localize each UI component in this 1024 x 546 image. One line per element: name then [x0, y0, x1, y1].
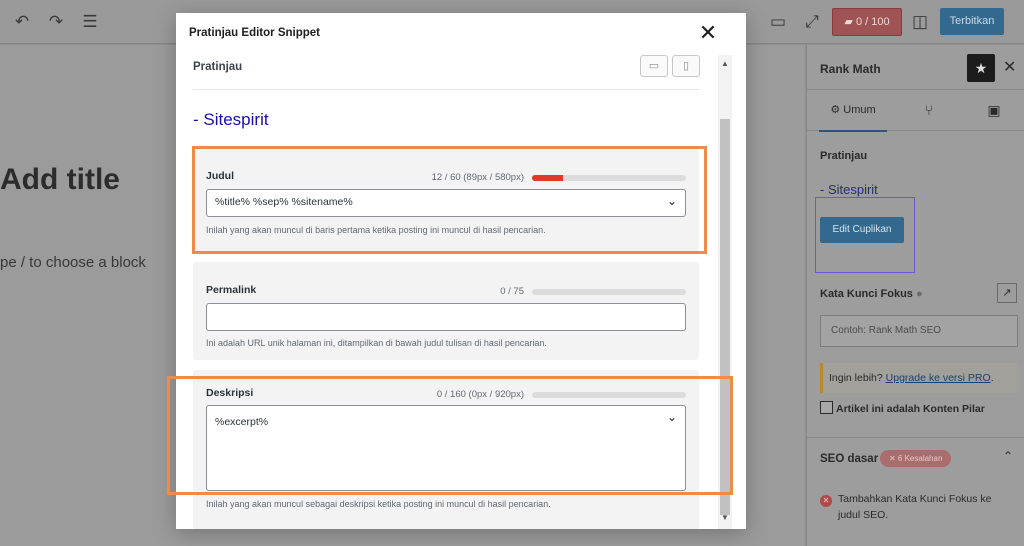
desktop-icon[interactable]: ▭: [640, 55, 668, 77]
publish-button[interactable]: Terbitkan: [940, 8, 1004, 35]
block-hint[interactable]: pe / to choose a block: [0, 254, 146, 271]
description-help-text: Inilah yang akan muncul sebagai deskrips…: [206, 499, 551, 509]
chevron-up-icon[interactable]: ⌃: [1003, 449, 1013, 463]
sidebar-preview-site: - Sitespirit: [820, 182, 878, 197]
description-textarea[interactable]: %excerpt% ⌄: [206, 405, 686, 491]
undo-icon[interactable]: ↶: [12, 12, 32, 32]
description-length-bar: [532, 392, 686, 398]
seo-check-text: Tambahkan Kata Kunci Fokus ke judul SEO.: [838, 493, 992, 521]
description-counter: 0 / 160 (0px / 920px): [436, 389, 524, 400]
permalink-input[interactable]: [206, 303, 686, 331]
star-icon[interactable]: ★: [967, 54, 995, 82]
upgrade-suffix: .: [990, 372, 994, 384]
divider: [193, 89, 699, 90]
permalink-length-bar: [532, 289, 686, 295]
upgrade-link[interactable]: Upgrade ke versi PRO: [886, 372, 991, 384]
list-view-icon[interactable]: ☰: [80, 12, 100, 32]
help-icon[interactable]: ●: [916, 288, 923, 300]
title-length-bar: [532, 175, 686, 181]
tab-general[interactable]: ⚙ Umum: [819, 90, 887, 132]
mobile-icon[interactable]: ▯: [672, 55, 700, 77]
title-input-value: %title% %sep% %sitename%: [215, 196, 353, 208]
edit-snippet-button[interactable]: Edit Cuplikan: [820, 217, 904, 243]
scroll-up-icon[interactable]: ▲: [721, 59, 729, 68]
modal-title: Pratinjau Editor Snippet: [189, 27, 320, 39]
focus-keyword-input[interactable]: Contoh: Rank Math SEO: [820, 315, 1018, 347]
rank-math-sidebar: Rank Math ★ ✕ ⚙ Umum ⑂ ▣ Pratinjau - Sit…: [806, 45, 1024, 546]
gear-icon: ⚙: [830, 104, 841, 116]
description-value: %excerpt%: [215, 416, 269, 428]
upgrade-notice: Ingin lebih? Upgrade ke versi PRO.: [820, 363, 1018, 393]
fullscreen-icon[interactable]: ⤢: [802, 12, 822, 32]
modal-header: Pratinjau Editor Snippet ✕: [176, 13, 746, 55]
divider: [807, 437, 1024, 438]
social-icon[interactable]: ⑂: [919, 100, 939, 120]
tab-general-label: Umum: [843, 104, 876, 116]
error-icon: ✕: [820, 495, 832, 507]
scrollbar-thumb[interactable]: [720, 119, 730, 515]
focus-keyword-label: Kata Kunci Fokus ●: [820, 288, 923, 300]
post-title-placeholder[interactable]: Add title: [0, 163, 120, 197]
title-field-label: Judul: [206, 170, 234, 182]
pillar-content-label: Artikel ini adalah Konten Pilar: [836, 403, 985, 415]
title-help-text: Inilah yang akan muncul di baris pertama…: [206, 225, 546, 235]
description-field-group: Deskripsi 0 / 160 (0px / 920px) %excerpt…: [193, 370, 699, 529]
pillar-content-checkbox[interactable]: Artikel ini adalah Konten Pilar: [820, 401, 985, 415]
chevron-down-icon[interactable]: ⌄: [667, 410, 677, 424]
permalink-field-group: Permalink 0 / 75 Ini adalah URL unik hal…: [193, 262, 699, 360]
sidebar-toggle-icon[interactable]: ◫: [910, 12, 930, 32]
schema-icon[interactable]: ▣: [984, 100, 1004, 120]
sidebar-tabs: ⚙ Umum ⑂ ▣: [807, 89, 1024, 132]
title-counter: 12 / 60 (89px / 580px): [431, 172, 524, 183]
title-length-fill: [532, 175, 563, 181]
preview-site-title: - Sitespirit: [193, 110, 269, 129]
permalink-counter: 0 / 75: [500, 286, 524, 297]
preview-label: Pratinjau: [193, 61, 243, 73]
permalink-help-text: Ini adalah URL unik halaman ini, ditampi…: [206, 338, 547, 348]
snippet-editor-modal: Pratinjau Editor Snippet ✕ Pratinjau ▭ ▯…: [176, 13, 746, 529]
desktop-icon[interactable]: ▭: [768, 12, 788, 32]
errors-badge: ✕ 6 Kesalahan: [880, 450, 952, 467]
score-text: 0 / 100: [855, 16, 890, 28]
rank-math-icon: ▰: [844, 16, 853, 28]
checkbox-box[interactable]: [820, 401, 833, 414]
scroll-down-icon[interactable]: ▼: [721, 513, 729, 522]
edit-snippet-highlight: Edit Cuplikan: [815, 197, 915, 273]
seo-check-item: ✕ Tambahkan Kata Kunci Fokus ke judul SEO…: [820, 491, 1020, 523]
description-field-label: Deskripsi: [206, 387, 254, 399]
title-input[interactable]: %title% %sep% %sitename% ⌄: [206, 189, 686, 217]
redo-icon[interactable]: ↷: [46, 12, 66, 32]
close-icon[interactable]: ✕: [1003, 57, 1016, 77]
close-icon[interactable]: ✕: [696, 21, 720, 45]
modal-body: Pratinjau ▭ ▯ - Sitespirit Judul 12 / 60…: [176, 55, 730, 529]
chevron-down-icon[interactable]: ⌄: [667, 194, 677, 208]
modal-scrollbar[interactable]: ▲ ▼: [718, 55, 732, 529]
sidebar-title: Rank Math: [820, 62, 881, 76]
upgrade-prefix: Ingin lebih?: [829, 372, 886, 384]
rank-math-score-button[interactable]: ▰ 0 / 100: [832, 8, 902, 36]
title-field-group: Judul 12 / 60 (89px / 580px) %title% %se…: [193, 148, 699, 252]
sidebar-preview-label: Pratinjau: [820, 150, 868, 162]
permalink-field-label: Permalink: [206, 284, 257, 296]
focus-keyword-text: Kata Kunci Fokus: [820, 288, 913, 300]
basic-seo-label[interactable]: SEO dasar: [820, 453, 878, 465]
trend-icon[interactable]: ↗: [997, 283, 1017, 303]
